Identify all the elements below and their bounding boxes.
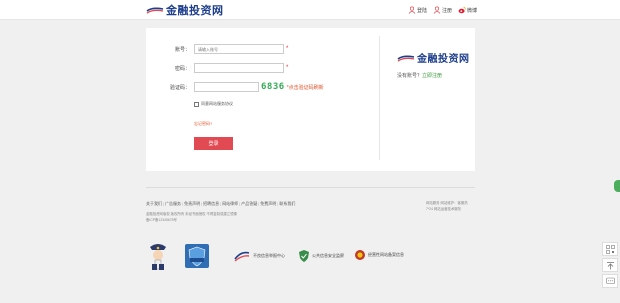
- footer-nav-sep: |: [182, 201, 184, 206]
- logo-swoosh-icon: [146, 7, 164, 14]
- footer-nav-item[interactable]: 网站律师: [222, 201, 238, 207]
- register-prompt: 没有账号？立即注册: [397, 72, 442, 79]
- account-row: 账号： *: [150, 44, 288, 54]
- weibo-link[interactable]: 微博: [458, 6, 477, 14]
- login-button[interactable]: 登录: [194, 137, 233, 150]
- weibo-icon: [458, 6, 466, 14]
- logo-swoosh-icon: [397, 55, 415, 62]
- captcha-refresh-link[interactable]: *点击验证码刷新: [287, 84, 324, 91]
- captcha-label: 验证码：: [169, 84, 190, 91]
- business-record-icon: [355, 250, 365, 260]
- site-logo[interactable]: 金融投资网: [146, 2, 224, 18]
- register-link-label: 注册: [441, 7, 452, 14]
- qrcode-icon: [605, 244, 615, 254]
- footer-nav-item[interactable]: 产品答疑: [241, 201, 257, 207]
- register-now-link[interactable]: 立即注册: [422, 73, 442, 79]
- feedback-button[interactable]: [602, 274, 618, 288]
- agree-row: 同意网站服务协议: [194, 101, 233, 107]
- report-center-badge[interactable]: 不良信息举报中心: [233, 249, 285, 263]
- feedback-icon: [605, 277, 615, 284]
- trust-badges: 不良信息举报中心 公共信息安全监察 经营性网站备案信息: [146, 240, 475, 272]
- footer-service: 网站服务 网站维护：客服热: [426, 201, 468, 205]
- card-divider: [379, 36, 380, 160]
- account-input[interactable]: [194, 44, 284, 54]
- footer-nav-sep: |: [220, 201, 222, 206]
- account-label: 账号：: [174, 46, 190, 53]
- side-chat-tab[interactable]: [614, 180, 620, 192]
- footer-nav-sep: |: [163, 201, 165, 206]
- floating-toolbar: [600, 242, 620, 288]
- forgot-password-link[interactable]: 忘记密码?: [194, 121, 212, 127]
- footer-divider: [146, 187, 475, 188]
- agree-text: 同意网站服务协议: [201, 101, 233, 106]
- footer-nav-item[interactable]: 免费声明: [260, 201, 276, 207]
- footer-copyright: 金融投资网版权 版权所有 未经书面授权 不得复制或建立镜像: [146, 212, 237, 216]
- footer-nav-item[interactable]: 广告服务: [165, 201, 181, 207]
- side-logo: 金融投资网: [397, 50, 470, 65]
- security-shield-icon: [185, 244, 209, 268]
- footer-nav-sep: |: [258, 201, 260, 206]
- report-center-label: 不良信息举报中心: [253, 253, 285, 258]
- footer-icp: 备ICP备12345678号: [146, 218, 177, 222]
- weibo-link-label: 微博: [466, 7, 477, 14]
- user-icon: [408, 6, 416, 14]
- password-input[interactable]: [194, 63, 284, 73]
- password-label: 密码：: [174, 65, 190, 72]
- captcha-input[interactable]: [194, 82, 259, 92]
- side-logo-text: 金融投资网: [417, 54, 470, 65]
- captcha-image[interactable]: 6836: [261, 82, 285, 92]
- report-center-icon: [234, 251, 250, 262]
- business-record-label: 经营性网站备案信息: [368, 252, 404, 257]
- back-to-top-icon: [606, 261, 614, 269]
- footer-nav-item[interactable]: 免责声明: [184, 201, 200, 207]
- agree-checkbox[interactable]: [194, 101, 199, 107]
- no-account-text: 没有账号？: [397, 73, 423, 79]
- police-icon: [150, 244, 166, 270]
- footer-nav-item[interactable]: 招聘信息: [203, 201, 219, 207]
- qrcode-button[interactable]: [602, 242, 618, 256]
- footer-nav-sep: |: [277, 201, 279, 206]
- footer-nav-item[interactable]: 联系我们: [279, 201, 295, 207]
- register-link[interactable]: 注册: [433, 6, 452, 14]
- required-mark: *: [286, 46, 289, 52]
- public-security-badge[interactable]: 公共信息安全监察: [298, 249, 344, 263]
- logo-text: 金融投资网: [166, 4, 224, 17]
- security-badge[interactable]: [184, 243, 210, 269]
- login-link-label: 登陆: [416, 7, 427, 14]
- public-security-icon: [299, 250, 309, 262]
- top-bar: 金融投资网 登陆 注册 微博: [0, 0, 620, 20]
- footer-nav-item[interactable]: 关于我们: [146, 201, 162, 207]
- footer-nav-sep: |: [239, 201, 241, 206]
- police-badge[interactable]: [146, 240, 170, 272]
- footer-nav-sep: |: [201, 201, 203, 206]
- password-row: 密码： *: [150, 63, 288, 73]
- user-add-icon: [433, 6, 441, 14]
- top-links: 登陆 注册 微博: [408, 6, 477, 14]
- business-record-badge[interactable]: 经营性网站备案信息: [354, 249, 404, 261]
- footer-service-2: 7*24 网站运营技术服务: [426, 207, 462, 211]
- required-mark: *: [286, 65, 289, 71]
- footer-nav: 关于我们 | 广告服务 | 免责声明 | 招聘信息 | 网站律师 | 产品答疑 | 免费声明…: [146, 201, 295, 207]
- public-security-label: 公共信息安全监察: [312, 253, 344, 258]
- back-to-top-button[interactable]: [602, 258, 618, 272]
- login-link[interactable]: 登陆: [408, 6, 427, 14]
- captcha-row: 验证码： 6836 *点击验证码刷新: [150, 82, 324, 92]
